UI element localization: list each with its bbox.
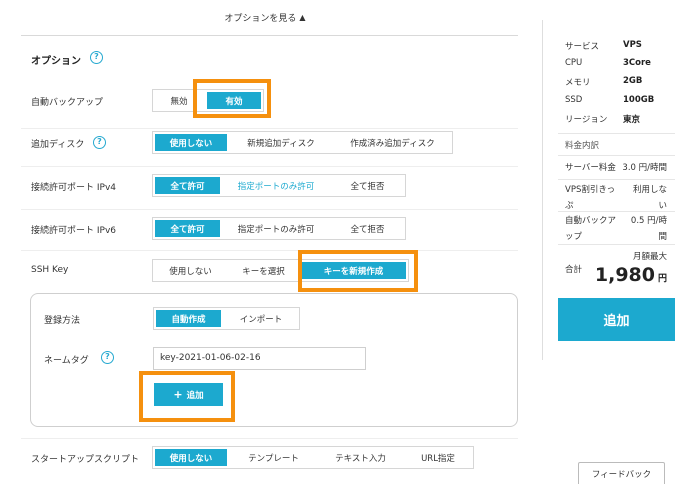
auto-create-option[interactable]: 自動作成 <box>154 308 223 329</box>
highlight-box <box>298 250 418 292</box>
ipv6-allow-all-option[interactable]: 全て許可 <box>153 218 222 239</box>
ipv4-deny-all-option[interactable]: 全て拒否 <box>330 175 405 196</box>
breakdown-value: 利用しない <box>632 185 667 211</box>
sidebar-divider <box>542 20 543 360</box>
script-none-option[interactable]: 使用しない <box>153 447 229 468</box>
section-title: オプション <box>31 56 81 67</box>
help-icon[interactable]: ? <box>90 51 103 64</box>
ssh-select-option[interactable]: キーを選択 <box>228 260 299 281</box>
highlight-box <box>139 371 235 422</box>
currency-unit: 円 <box>657 274 667 284</box>
divider <box>21 35 518 36</box>
auto-backup-label: 自動バックアップ <box>31 98 104 108</box>
port-ipv4-label: 接続許可ポート IPv4 <box>31 183 116 193</box>
name-tag-input[interactable]: key-2021-01-06-02-16 <box>153 347 366 370</box>
monthly-max-label: 月額最大 <box>632 252 667 262</box>
registration-method-label: 登録方法 <box>44 316 81 326</box>
help-icon[interactable]: ? <box>101 351 114 364</box>
port-ipv4-segmented: 全て許可 指定ポートのみ許可 全て拒否 <box>152 174 406 197</box>
port-ipv6-segmented: 全て許可 指定ポートのみ許可 全て拒否 <box>152 217 406 240</box>
ipv6-specified-option[interactable]: 指定ポートのみ許可 <box>222 218 330 239</box>
disk-new-option[interactable]: 新規追加ディスク <box>229 132 333 153</box>
divider <box>21 166 518 167</box>
feedback-button[interactable]: フィードバック <box>578 462 665 484</box>
options-toggle[interactable]: オプションを見る ▲ <box>0 11 530 24</box>
spec-value: 東京 <box>623 115 641 125</box>
spec-label: リージョン <box>565 115 608 125</box>
breakdown-title: 料金内訳 <box>565 141 600 151</box>
ipv4-allow-all-option[interactable]: 全て許可 <box>153 175 222 196</box>
options-toggle-label: オプションを見る <box>224 14 297 24</box>
spec-value: 2GB <box>623 76 643 86</box>
divider <box>21 438 518 439</box>
ssh-key-label: SSH Key <box>31 265 69 275</box>
add-server-button[interactable]: 追加 <box>558 298 675 341</box>
import-option[interactable]: インポート <box>223 308 299 329</box>
divider <box>21 128 518 129</box>
registration-method-segmented: 自動作成 インポート <box>153 307 300 330</box>
divider <box>558 211 675 212</box>
highlight-box <box>193 79 271 118</box>
spec-value: 100GB <box>623 95 655 105</box>
total-label: 合計 <box>565 265 583 275</box>
additional-disk-segmented: 使用しない 新規追加ディスク 作成済み追加ディスク <box>152 131 453 154</box>
script-url-option[interactable]: URL指定 <box>403 447 473 468</box>
divider <box>21 250 518 251</box>
name-tag-label: ネームタグ <box>44 356 89 366</box>
total-price: 1,980 円 <box>590 264 667 286</box>
disk-existing-option[interactable]: 作成済み追加ディスク <box>333 132 452 153</box>
ipv6-deny-all-option[interactable]: 全て拒否 <box>330 218 405 239</box>
ipv4-specified-option[interactable]: 指定ポートのみ許可 <box>222 175 330 196</box>
help-icon[interactable]: ? <box>93 136 106 149</box>
divider <box>558 133 675 134</box>
startup-script-segmented: 使用しない テンプレート テキスト入力 URL指定 <box>152 446 474 469</box>
spec-label: SSD <box>565 95 583 105</box>
ssh-none-option[interactable]: 使用しない <box>153 260 228 281</box>
spec-label: サービス <box>565 42 600 52</box>
total-amount: 1,980 <box>594 264 655 286</box>
script-template-option[interactable]: テンプレート <box>229 447 318 468</box>
additional-disk-label: 追加ディスク <box>31 140 85 150</box>
script-text-option[interactable]: テキスト入力 <box>318 447 403 468</box>
port-ipv6-label: 接続許可ポート IPv6 <box>31 226 116 236</box>
breakdown-value: 3.0 円/時間 <box>622 163 667 173</box>
breakdown-value: 0.5 円/時間 <box>630 216 667 242</box>
spec-value: VPS <box>623 40 642 50</box>
divider <box>21 209 518 210</box>
chevron-up-icon: ▲ <box>299 13 306 22</box>
disk-none-option[interactable]: 使用しない <box>153 132 229 153</box>
divider <box>558 244 675 245</box>
startup-script-label: スタートアップスクリプト <box>31 455 140 465</box>
divider <box>558 179 675 180</box>
divider <box>558 155 675 156</box>
spec-label: メモリ <box>565 78 591 88</box>
spec-value: 3Core <box>623 58 651 68</box>
spec-label: CPU <box>565 58 583 68</box>
